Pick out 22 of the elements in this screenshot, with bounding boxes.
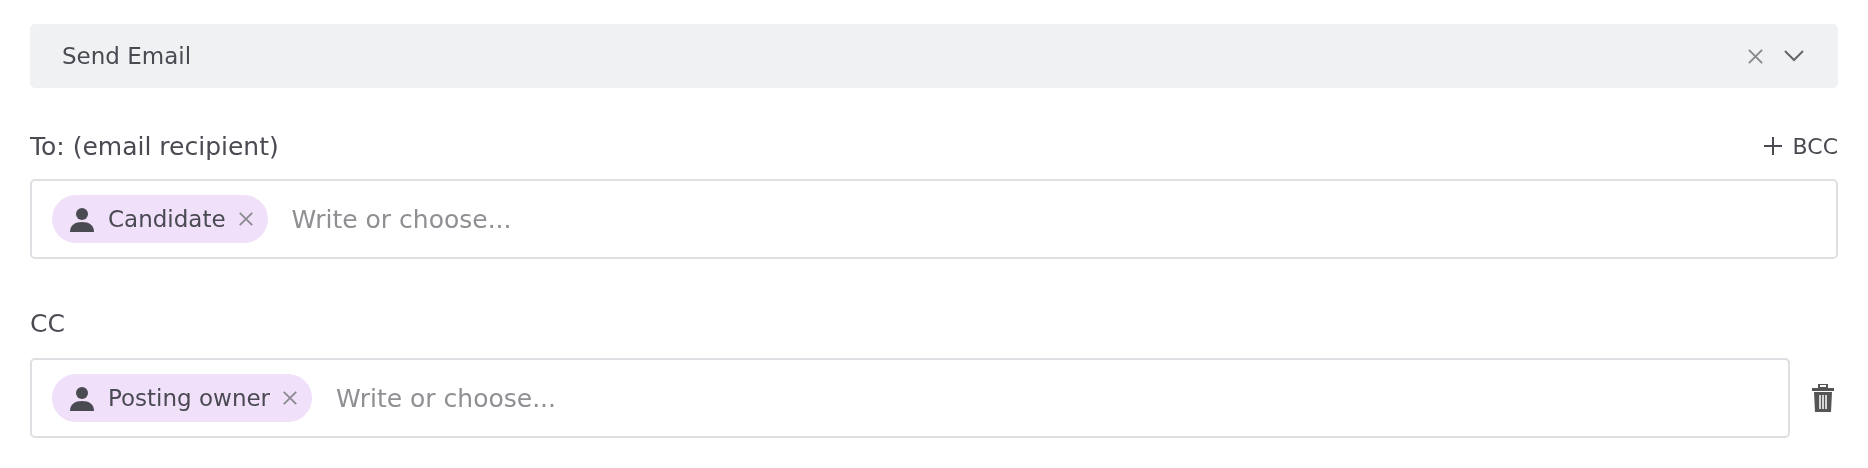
- action-select[interactable]: Send Email: [30, 24, 1838, 88]
- field-label: CC: [30, 308, 65, 338]
- remove-chip-button[interactable]: [282, 390, 299, 406]
- recipient-field[interactable]: Posting owner Write or choose...: [30, 358, 1790, 438]
- close-icon: [1747, 47, 1764, 65]
- chip-label: Candidate: [108, 206, 226, 232]
- close-icon: [237, 211, 254, 227]
- remove-chip-button[interactable]: [237, 211, 254, 227]
- recipient-field[interactable]: Candidate Write or choose...: [30, 179, 1838, 259]
- field-label: To: (email recipient): [30, 131, 279, 161]
- select-value: Send Email: [62, 43, 193, 69]
- person-icon: [68, 384, 96, 412]
- trash-icon: [1812, 384, 1834, 412]
- recipient-input[interactable]: Write or choose...: [334, 382, 1768, 414]
- plus-icon: [1762, 136, 1783, 156]
- delete-button[interactable]: [1812, 384, 1834, 412]
- person-icon: [68, 205, 96, 233]
- recipient-input[interactable]: Write or choose...: [289, 203, 1816, 235]
- close-icon: [282, 390, 299, 406]
- chip-label: Posting owner: [108, 385, 271, 411]
- add-bcc-link[interactable]: BCC: [1762, 133, 1838, 159]
- chevron-down-icon: [1784, 50, 1804, 62]
